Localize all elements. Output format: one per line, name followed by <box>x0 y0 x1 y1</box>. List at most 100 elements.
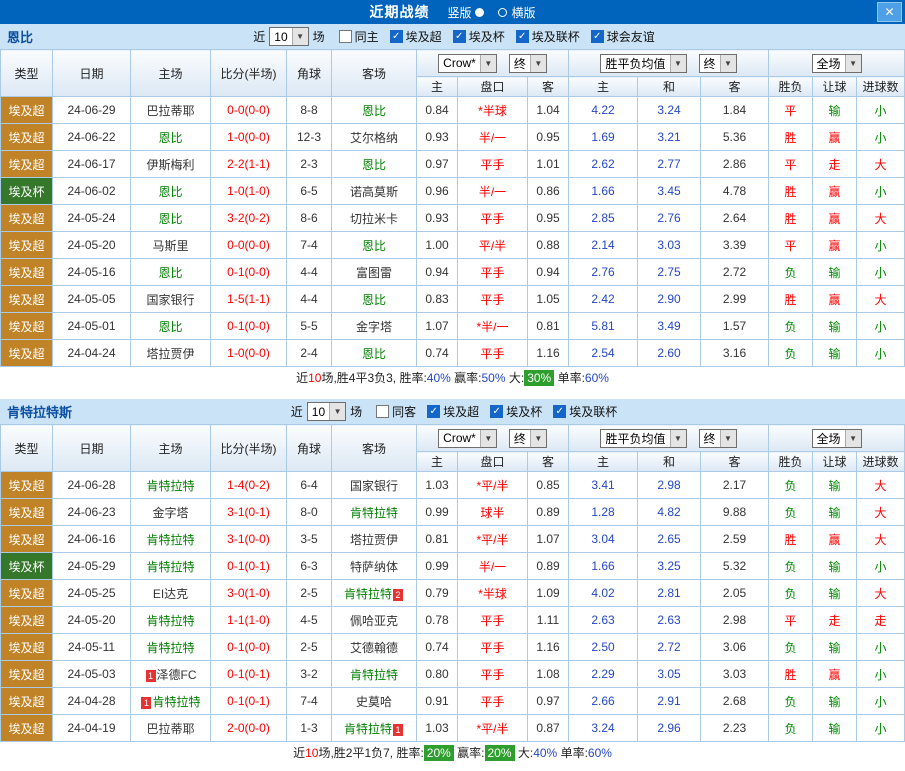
asia-stage-select[interactable]: 终▼ <box>509 429 547 448</box>
rounds-select[interactable]: 10▼ <box>307 402 346 421</box>
home-team: 国家银行 <box>131 286 211 313</box>
result-handicap: 输 <box>813 472 857 499</box>
result-goals: 小 <box>857 553 905 580</box>
team-name-text: 恩比 <box>158 320 182 334</box>
asia-home-odds: 1.03 <box>417 715 458 742</box>
euro-stage-select[interactable]: 终▼ <box>699 429 737 448</box>
filter-bar: 近10▼场同主✓埃及超✓埃及杯✓埃及联杯✓球会友谊 <box>249 27 655 46</box>
match-score: 1-0(0-0) <box>211 124 287 151</box>
away-team: 佩哈亚克 <box>332 607 417 634</box>
corner-stat: 2-4 <box>287 340 332 367</box>
league-type-badge: 埃及超 <box>1 286 53 313</box>
team-name-text: 泽德FC <box>157 668 197 682</box>
match-score: 2-0(0-0) <box>211 715 287 742</box>
odds-company-select[interactable]: Crow*▼ <box>438 54 497 73</box>
col-header-away: 客场 <box>332 50 417 97</box>
filter-checkbox[interactable]: ✓ <box>453 30 466 43</box>
euro-home-odds: 1.69 <box>569 124 638 151</box>
chevron-down-icon: ▼ <box>480 430 496 447</box>
vertical-layout-radio[interactable] <box>475 8 484 17</box>
chevron-down-icon: ▼ <box>845 55 861 72</box>
asia-away-odds: 0.81 <box>528 313 569 340</box>
filter-checkbox[interactable] <box>339 30 352 43</box>
corner-stat: 1-3 <box>287 715 332 742</box>
result-wdl: 负 <box>769 553 813 580</box>
filter-checkbox[interactable]: ✓ <box>591 30 604 43</box>
asia-away-odds: 1.16 <box>528 340 569 367</box>
asia-handicap: *半/一 <box>458 313 528 340</box>
asia-handicap: 平手 <box>458 661 528 688</box>
subcol-asia-away: 客 <box>528 77 569 97</box>
filter-checkbox[interactable] <box>376 405 389 418</box>
scope-select[interactable]: 全场▼ <box>812 54 862 73</box>
asia-away-odds: 1.16 <box>528 634 569 661</box>
odds-company-select[interactable]: Crow*▼ <box>438 429 497 448</box>
match-score: 3-1(0-0) <box>211 526 287 553</box>
summary-segment: 场,胜4平3负3, 胜率: <box>321 371 426 385</box>
result-handicap: 输 <box>813 715 857 742</box>
corner-stat: 2-3 <box>287 151 332 178</box>
result-goals: 小 <box>857 340 905 367</box>
select-value: 终 <box>514 55 526 72</box>
league-type-badge: 埃及超 <box>1 124 53 151</box>
match-row: 埃及超24-05-01恩比0-1(0-0)5-5金字塔1.07*半/一0.815… <box>1 313 905 340</box>
match-score: 0-1(0-0) <box>211 313 287 340</box>
match-score: 0-1(0-1) <box>211 661 287 688</box>
summary-line: 近10场,胜2平1负7, 胜率:20% 赢率:20% 大:40% 单率:60% <box>0 742 905 765</box>
corner-stat: 4-4 <box>287 259 332 286</box>
result-handicap: 输 <box>813 634 857 661</box>
col-header-type: 类型 <box>1 50 53 97</box>
home-team: 肯特拉特 <box>131 526 211 553</box>
team-name-text: 恩比 <box>362 158 386 172</box>
match-date: 24-06-22 <box>53 124 131 151</box>
asia-away-odds: 0.86 <box>528 178 569 205</box>
home-team: EI达克 <box>131 580 211 607</box>
euro-stage-select[interactable]: 终▼ <box>699 54 737 73</box>
filter-checkbox[interactable]: ✓ <box>516 30 529 43</box>
games-label: 场 <box>313 28 325 45</box>
summary-segment: 赢率: <box>451 371 482 385</box>
match-date: 24-05-11 <box>53 634 131 661</box>
filter-checkbox[interactable]: ✓ <box>427 405 440 418</box>
away-team: 恩比 <box>332 232 417 259</box>
match-row: 埃及杯24-05-29肯特拉特0-1(0-1)6-3特萨纳体0.99半/一0.8… <box>1 553 905 580</box>
close-icon[interactable]: ✕ <box>877 2 902 22</box>
asia-handicap: *平/半 <box>458 472 528 499</box>
match-date: 24-06-28 <box>53 472 131 499</box>
euro-odds-select[interactable]: 胜平负均值▼ <box>600 429 686 448</box>
team-name-text: 恩比 <box>158 185 182 199</box>
asia-handicap: 平手 <box>458 688 528 715</box>
league-type-badge: 埃及超 <box>1 715 53 742</box>
home-team: 巴拉蒂耶 <box>131 715 211 742</box>
filter-checkbox[interactable]: ✓ <box>390 30 403 43</box>
result-goals: 小 <box>857 124 905 151</box>
home-team: 恩比 <box>131 259 211 286</box>
asia-stage-select[interactable]: 终▼ <box>509 54 547 73</box>
corner-stat: 8-8 <box>287 97 332 124</box>
match-score: 0-1(0-0) <box>211 259 287 286</box>
asia-home-odds: 0.97 <box>417 151 458 178</box>
corner-stat: 2-5 <box>287 580 332 607</box>
result-goals: 小 <box>857 259 905 286</box>
chevron-down-icon: ▼ <box>480 55 496 72</box>
subcol-euro-draw: 和 <box>638 77 701 97</box>
horizontal-layout-radio[interactable] <box>498 8 507 17</box>
subcol-euro-home: 主 <box>569 452 638 472</box>
filter-checkbox[interactable]: ✓ <box>553 405 566 418</box>
col-header-away: 客场 <box>332 425 417 472</box>
euro-away-odds: 3.03 <box>701 661 769 688</box>
chevron-down-icon: ▼ <box>329 403 345 420</box>
euro-away-odds: 2.86 <box>701 151 769 178</box>
corner-stat: 4-4 <box>287 286 332 313</box>
euro-home-odds: 2.14 <box>569 232 638 259</box>
scope-select[interactable]: 全场▼ <box>812 429 862 448</box>
summary-line: 近10场,胜4平3负3, 胜率:40% 赢率:50% 大:30% 单率:60% <box>0 367 905 390</box>
result-wdl: 胜 <box>769 526 813 553</box>
team-name-text: 艾尔格纳 <box>350 131 398 145</box>
filter-checkbox[interactable]: ✓ <box>490 405 503 418</box>
euro-odds-select[interactable]: 胜平负均值▼ <box>600 54 686 73</box>
euro-home-odds: 2.66 <box>569 688 638 715</box>
away-team: 肯特拉特1 <box>332 715 417 742</box>
filter-label: 埃及超 <box>406 28 442 45</box>
rounds-select[interactable]: 10▼ <box>269 27 308 46</box>
